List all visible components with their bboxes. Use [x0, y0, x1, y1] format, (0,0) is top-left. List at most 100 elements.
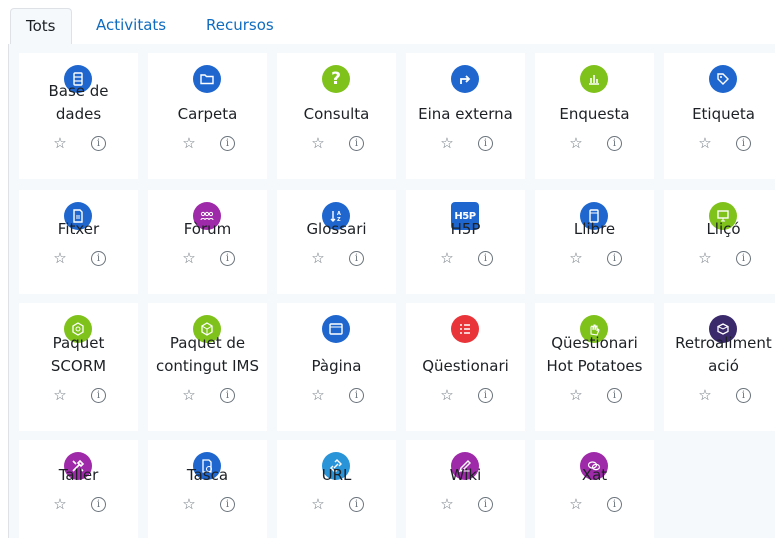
star-icon[interactable]: ☆ [439, 135, 455, 151]
module-card[interactable]: Lliçó ☆ i [664, 190, 775, 294]
info-icon[interactable]: i [607, 497, 622, 512]
module-name: Fitxer [57, 220, 100, 238]
star-icon[interactable]: ☆ [310, 496, 326, 512]
module-card[interactable]: Carpeta ☆ i [148, 53, 267, 179]
module-name: SCORM [50, 357, 107, 375]
module-card[interactable]: Paquet de contingut IMS ☆ i [148, 303, 267, 431]
info-icon[interactable]: i [91, 251, 106, 266]
module-card[interactable]: Tasca ☆ i [148, 440, 267, 540]
info-icon[interactable]: i [220, 388, 235, 403]
star-icon[interactable]: ☆ [568, 250, 584, 266]
list-icon [451, 315, 479, 343]
info-icon[interactable]: i [478, 251, 493, 266]
info-icon[interactable]: i [91, 497, 106, 512]
info-icon[interactable]: i [607, 251, 622, 266]
page-window-icon [322, 315, 350, 343]
module-card[interactable]: Qüestionari ☆ i [406, 303, 525, 431]
star-icon[interactable]: ☆ [181, 135, 197, 151]
module-name: Eina externa [418, 105, 513, 123]
module-tabs: Tots Activitats Recursos [8, 0, 775, 45]
info-icon[interactable]: i [349, 136, 364, 151]
star-icon[interactable]: ☆ [181, 496, 197, 512]
module-name: Llibre [573, 220, 616, 238]
module-card[interactable]: Retroaliment ació ☆ i [664, 303, 775, 431]
info-icon[interactable]: i [349, 251, 364, 266]
star-icon[interactable]: ☆ [310, 135, 326, 151]
info-icon[interactable]: i [736, 251, 751, 266]
question-icon: ? [322, 65, 350, 93]
module-card[interactable]: Fitxer ☆ i [19, 190, 138, 294]
module-card[interactable]: Eina externa ☆ i [406, 53, 525, 179]
info-icon[interactable]: i [607, 388, 622, 403]
star-icon[interactable]: ☆ [181, 387, 197, 403]
star-icon[interactable]: ☆ [439, 496, 455, 512]
module-card[interactable]: Xat ☆ i [535, 440, 654, 540]
info-icon[interactable]: i [478, 136, 493, 151]
star-icon[interactable]: ☆ [310, 250, 326, 266]
star-icon[interactable]: ☆ [697, 250, 713, 266]
module-name: Hot Potatoes [546, 357, 643, 375]
star-icon[interactable]: ☆ [439, 387, 455, 403]
module-card[interactable]: Paquet SCORM ☆ i [19, 303, 138, 431]
star-icon[interactable]: ☆ [568, 135, 584, 151]
module-card[interactable]: Llibre ☆ i [535, 190, 654, 294]
star-icon[interactable]: ☆ [697, 387, 713, 403]
module-name: Lliçó [706, 220, 741, 238]
info-icon[interactable]: i [220, 497, 235, 512]
info-icon[interactable]: i [478, 497, 493, 512]
module-name: Qüestionari [422, 357, 509, 375]
star-icon[interactable]: ☆ [310, 387, 326, 403]
module-card[interactable]: Pàgina ☆ i [277, 303, 396, 431]
module-card[interactable]: Wiki ☆ i [406, 440, 525, 540]
module-name: Carpeta [177, 105, 238, 123]
module-card[interactable]: Enquesta ☆ i [535, 53, 654, 179]
module-name: Paquet de [169, 334, 246, 352]
info-icon[interactable]: i [91, 136, 106, 151]
module-grid: Base de dades ☆ i Carpeta ☆ i? Consulta ☆ i Eina e… [8, 44, 775, 540]
tab-recursos[interactable]: Recursos [191, 8, 289, 44]
info-icon[interactable]: i [349, 497, 364, 512]
star-icon[interactable]: ☆ [181, 250, 197, 266]
module-name: Tasca [186, 466, 229, 484]
folder-icon [193, 65, 221, 93]
info-icon[interactable]: i [220, 136, 235, 151]
module-name: Taller [58, 466, 99, 484]
star-icon[interactable]: ☆ [52, 496, 68, 512]
info-icon[interactable]: i [91, 388, 106, 403]
module-card[interactable]: URL ☆ i [277, 440, 396, 540]
module-card[interactable]: Base de dades ☆ i [19, 53, 138, 179]
external-arrow-icon [451, 65, 479, 93]
module-name: Fòrum [183, 220, 232, 238]
info-icon[interactable]: i [220, 251, 235, 266]
star-icon[interactable]: ☆ [439, 250, 455, 266]
module-name: Pàgina [311, 357, 362, 375]
info-icon[interactable]: i [736, 136, 751, 151]
module-card[interactable]: Qüestionari Hot Potatoes ☆ i [535, 303, 654, 431]
tab-activitats[interactable]: Activitats [81, 8, 181, 44]
module-card[interactable]: Fòrum ☆ i [148, 190, 267, 294]
star-icon[interactable]: ☆ [697, 135, 713, 151]
star-icon[interactable]: ☆ [568, 496, 584, 512]
module-card[interactable]: ? Consulta ☆ i [277, 53, 396, 179]
module-card[interactable]: Etiqueta ☆ i [664, 53, 775, 179]
tab-tots[interactable]: Tots [10, 8, 72, 45]
module-name: ació [708, 357, 739, 375]
module-card[interactable]: A Z Glossari ☆ i [277, 190, 396, 294]
module-name: Base de [48, 82, 109, 100]
info-icon[interactable]: i [478, 388, 493, 403]
module-card[interactable]: H5P H5P ☆ i [406, 190, 525, 294]
module-name: dades [55, 105, 102, 123]
module-name: Etiqueta [692, 105, 755, 123]
module-name: Consulta [303, 105, 370, 123]
star-icon[interactable]: ☆ [568, 387, 584, 403]
star-icon[interactable]: ☆ [52, 135, 68, 151]
module-card[interactable]: Taller ☆ i [19, 440, 138, 540]
module-name: Glossari [306, 220, 367, 238]
star-icon[interactable]: ☆ [52, 387, 68, 403]
module-name: H5P [450, 220, 481, 238]
info-icon[interactable]: i [349, 388, 364, 403]
module-name: Enquesta [559, 105, 630, 123]
star-icon[interactable]: ☆ [52, 250, 68, 266]
info-icon[interactable]: i [607, 136, 622, 151]
info-icon[interactable]: i [736, 388, 751, 403]
